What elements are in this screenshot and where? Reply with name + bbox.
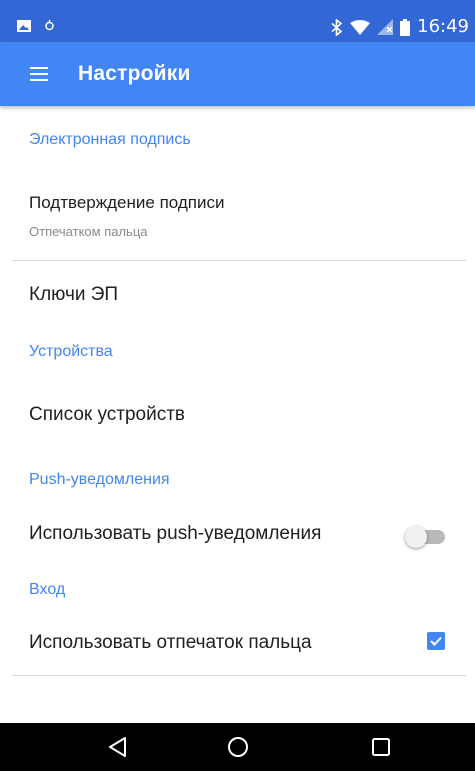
pref-keys[interactable]: Ключи ЭП [0, 266, 475, 328]
signal-icon [377, 19, 394, 35]
bluetooth-icon [331, 18, 343, 36]
home-circle-icon[interactable] [224, 735, 252, 759]
alarm-icon [45, 20, 54, 31]
divider [12, 675, 466, 676]
recents-square-icon[interactable] [367, 735, 395, 759]
clock: 16:49 [417, 16, 469, 37]
status-icons: 16:49 [331, 17, 469, 37]
checkmark-icon [430, 636, 442, 646]
category-devices: Устройства [29, 343, 113, 360]
navigation-bar [0, 723, 475, 771]
pref-use-fingerprint[interactable]: Использовать отпечаток пальца [0, 616, 475, 674]
settings-list: Электронная подпись Подтверждение подпис… [0, 106, 475, 723]
fingerprint-checkbox[interactable] [427, 632, 445, 650]
image-icon [17, 20, 31, 32]
category-login: Вход [29, 581, 66, 598]
status-bar: 16:49 [0, 0, 475, 42]
category-push: Push-уведомления [29, 471, 170, 488]
pref-confirm-signature[interactable]: Подтверждение подписи Отпечатком пальца [0, 176, 475, 256]
category-signature: Электронная подпись [29, 131, 191, 148]
divider [12, 260, 466, 261]
pref-keys-title: Ключи ЭП [29, 284, 119, 305]
push-toggle-thumb [405, 526, 427, 548]
push-toggle[interactable] [405, 524, 447, 548]
hamburger-menu-icon[interactable] [22, 62, 56, 88]
page-title: Настройки [78, 62, 191, 85]
pref-confirm-signature-summary: Отпечатком пальца [29, 224, 148, 239]
back-triangle-icon[interactable] [104, 735, 132, 759]
wifi-icon [350, 19, 371, 35]
pref-use-push-title: Использовать push-уведомления [29, 523, 322, 544]
app-bar: Настройки [0, 42, 475, 106]
pref-use-push[interactable]: Использовать push-уведомления [0, 506, 475, 566]
battery-icon [400, 18, 411, 36]
pref-device-list-title: Список устройств [29, 404, 186, 425]
pref-device-list[interactable]: Список устройств [0, 378, 475, 454]
pref-use-fingerprint-title: Использовать отпечаток пальца [29, 632, 312, 653]
pref-confirm-signature-title: Подтверждение подписи [29, 193, 225, 212]
